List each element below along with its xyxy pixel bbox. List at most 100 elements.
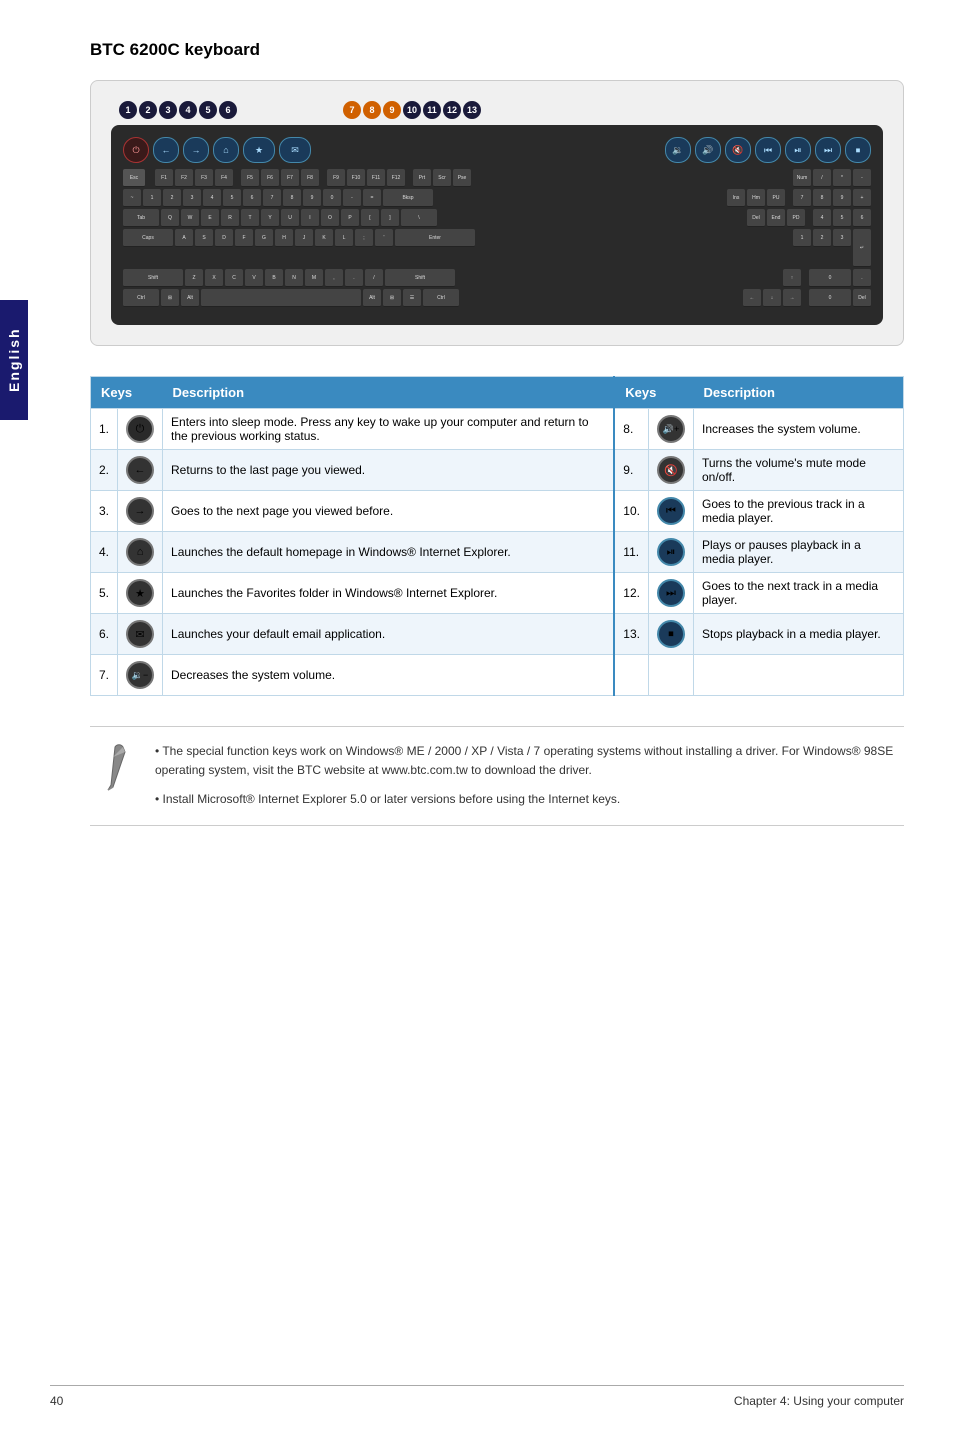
back-key: ← bbox=[153, 137, 179, 163]
table-row: 1. ⏻ Enters into sleep mode. Press any k… bbox=[91, 409, 904, 450]
left-num: 6. bbox=[91, 614, 118, 655]
num-label-13: 13 bbox=[463, 101, 481, 119]
left-icon: → bbox=[118, 491, 163, 532]
right-desc bbox=[693, 655, 903, 696]
num-label-7: 7 bbox=[343, 101, 361, 119]
right-num bbox=[614, 655, 648, 696]
right-num: 12. bbox=[614, 573, 648, 614]
right-icon: ⏭ bbox=[648, 573, 693, 614]
rwin-key: ⊞ bbox=[383, 289, 401, 307]
page-number: 40 bbox=[50, 1394, 63, 1408]
table-row: 7. 🔉− Decreases the system volume. bbox=[91, 655, 904, 696]
p-key: P bbox=[341, 209, 359, 227]
left-icon: ⌂ bbox=[118, 532, 163, 573]
left-arrow: ← bbox=[743, 289, 761, 307]
left-icon: ★ bbox=[118, 573, 163, 614]
left-desc: Launches your default email application. bbox=[163, 614, 615, 655]
note-1: • The special function keys work on Wind… bbox=[155, 742, 904, 780]
num-label-10: 10 bbox=[403, 101, 421, 119]
rbracket-key: ] bbox=[381, 209, 399, 227]
tilde-key: ~ bbox=[123, 189, 141, 207]
kp-9: 9 bbox=[833, 189, 851, 207]
end-key: End bbox=[767, 209, 785, 227]
tab-key: Tab bbox=[123, 209, 159, 227]
f9-key: F9 bbox=[327, 169, 345, 187]
kp-0: 0 bbox=[809, 269, 851, 287]
f8-key: F8 bbox=[301, 169, 319, 187]
kp-6: 6 bbox=[853, 209, 871, 227]
key-3: 3 bbox=[183, 189, 201, 207]
left-num: 1. bbox=[91, 409, 118, 450]
lbracket-key: [ bbox=[361, 209, 379, 227]
media-keys-row: ⏻ ← → ⌂ ★ ✉ 🔉 🔊 🔇 ⏮ ⏯ ⏭ ⏹ bbox=[123, 137, 871, 163]
del-key: Del bbox=[747, 209, 765, 227]
left-desc: Launches the default homepage in Windows… bbox=[163, 532, 615, 573]
f3-key: F3 bbox=[195, 169, 213, 187]
power-key: ⏻ bbox=[123, 137, 149, 163]
prev-track-key: ⏮ bbox=[755, 137, 781, 163]
fkey-row: Esc F1 F2 F3 F4 F5 F6 F7 F8 F9 F10 F11 F… bbox=[123, 169, 871, 187]
s-key: S bbox=[195, 229, 213, 247]
left-num: 5. bbox=[91, 573, 118, 614]
number-row: ~ 1 2 3 4 5 6 7 8 9 0 - = Bksp Ins Hm PU… bbox=[123, 189, 871, 207]
f12-key: F12 bbox=[387, 169, 405, 187]
right-desc: Stops playback in a media player. bbox=[693, 614, 903, 655]
right-desc: Plays or pauses playback in a media play… bbox=[693, 532, 903, 573]
lctrl-key: Ctrl bbox=[123, 289, 159, 307]
f4-key: F4 bbox=[215, 169, 233, 187]
num-label-3: 3 bbox=[159, 101, 177, 119]
minus-key: - bbox=[343, 189, 361, 207]
stop-key: ⏹ bbox=[845, 137, 871, 163]
left-num: 2. bbox=[91, 450, 118, 491]
t-key: T bbox=[241, 209, 259, 227]
th-keys-right: Keys bbox=[614, 377, 693, 409]
i-key: I bbox=[301, 209, 319, 227]
key-9: 9 bbox=[303, 189, 321, 207]
d-key: D bbox=[215, 229, 233, 247]
note-icon bbox=[90, 742, 140, 807]
kp-del: Del bbox=[853, 289, 871, 307]
kp-5: 5 bbox=[833, 209, 851, 227]
left-num: 7. bbox=[91, 655, 118, 696]
kp-dot: . bbox=[853, 269, 871, 287]
ins-key: Ins bbox=[727, 189, 745, 207]
vol-up-key: 🔊 bbox=[695, 137, 721, 163]
right-num: 9. bbox=[614, 450, 648, 491]
kp-1: 1 bbox=[793, 229, 811, 247]
next-track-key: ⏭ bbox=[815, 137, 841, 163]
table-row: 3. → Goes to the next page you viewed be… bbox=[91, 491, 904, 532]
rctrl-key: Ctrl bbox=[423, 289, 459, 307]
chapter-label: Chapter 4: Using your computer bbox=[734, 1394, 904, 1408]
up-arrow: ↑ bbox=[783, 269, 801, 287]
z-key: Z bbox=[185, 269, 203, 287]
side-tab-label: English bbox=[6, 328, 22, 393]
scrll-key: Scr bbox=[433, 169, 451, 187]
right-icon: ⏯ bbox=[648, 532, 693, 573]
num-label-1: 1 bbox=[119, 101, 137, 119]
left-num: 3. bbox=[91, 491, 118, 532]
right-desc: Turns the volume's mute mode on/off. bbox=[693, 450, 903, 491]
note-text-1: The special function keys work on Window… bbox=[155, 744, 893, 777]
keyboard-number-labels: 1 2 3 4 5 6 7 8 9 10 11 12 13 bbox=[111, 101, 883, 119]
note-text-2: Install Microsoft® Internet Explorer 5.0… bbox=[163, 792, 621, 806]
u-key: U bbox=[281, 209, 299, 227]
esc-key: Esc bbox=[123, 169, 145, 187]
key-4: 4 bbox=[203, 189, 221, 207]
c-key: C bbox=[225, 269, 243, 287]
left-icon: 🔉− bbox=[118, 655, 163, 696]
f1-key: F1 bbox=[155, 169, 173, 187]
right-num: 13. bbox=[614, 614, 648, 655]
v-key: V bbox=[245, 269, 263, 287]
quote-key: ' bbox=[375, 229, 393, 247]
equals-key: = bbox=[363, 189, 381, 207]
f10-key: F10 bbox=[347, 169, 365, 187]
key-1: 1 bbox=[143, 189, 161, 207]
key-7: 7 bbox=[263, 189, 281, 207]
h-key: H bbox=[275, 229, 293, 247]
table-row: 6. ✉ Launches your default email applica… bbox=[91, 614, 904, 655]
l-key: L bbox=[335, 229, 353, 247]
kp-8: 8 bbox=[813, 189, 831, 207]
left-desc: Decreases the system volume. bbox=[163, 655, 615, 696]
b-key: B bbox=[265, 269, 283, 287]
lshift-key: Shift bbox=[123, 269, 183, 287]
